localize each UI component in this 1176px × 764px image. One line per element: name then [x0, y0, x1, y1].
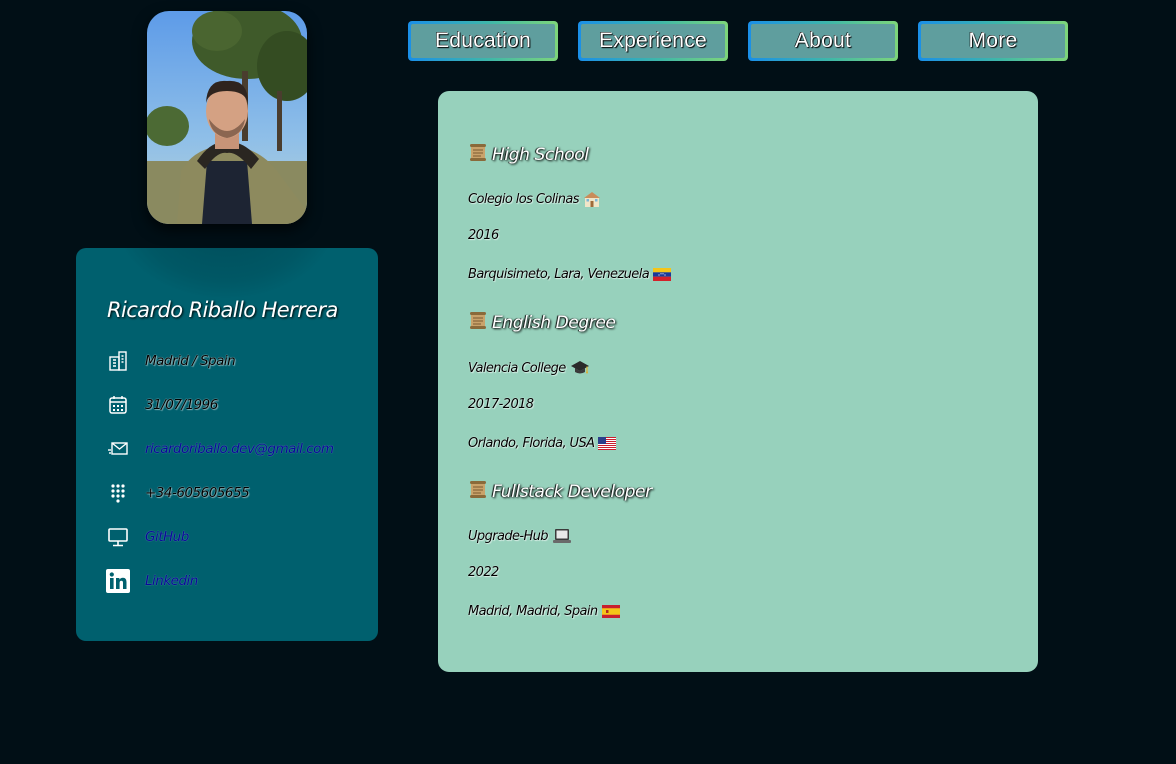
info-row-linkedin[interactable]: Linkedin [106, 569, 198, 593]
nav-button-more[interactable]: More [918, 21, 1068, 61]
education-title-text: High School [492, 144, 589, 165]
education-location-text: Madrid, Madrid, Spain [468, 604, 598, 619]
education-location: Barquisimeto, Lara, Venezuela [468, 267, 672, 282]
education-location: Orlando, Florida, USA [468, 436, 617, 451]
nav-button-education[interactable]: Education [408, 21, 558, 61]
education-year: 2022 [468, 565, 499, 580]
profile-name: Ricardo Riballo Herrera [107, 298, 338, 322]
nav-button-label: Education [411, 24, 555, 58]
nav-button-label: Experience [581, 24, 725, 58]
phone-text: +34-605605655 [145, 485, 250, 501]
education-location-text: Barquisimeto, Lara, Venezuela [468, 267, 650, 282]
education-year-text: 2022 [468, 565, 499, 580]
info-row-location: Madrid / Spain [106, 349, 236, 373]
scroll-icon [468, 479, 488, 504]
info-row-phone: +34-605605655 [106, 481, 250, 505]
info-row-github[interactable]: GitHub [106, 525, 189, 549]
spain-flag-icon [601, 605, 620, 618]
nav-button-about[interactable]: About [748, 21, 898, 61]
nav-button-experience[interactable]: Experience [578, 21, 728, 61]
education-title: High School [468, 142, 589, 167]
mail-icon [106, 437, 130, 461]
birthdate-text: 31/07/1996 [145, 397, 218, 413]
calendar-icon [106, 393, 130, 417]
education-title: Fullstack Developer [468, 479, 652, 504]
education-school: Upgrade-Hub [468, 527, 572, 545]
profile-photo [147, 11, 307, 224]
education-school: Colegio los Colinas [468, 190, 601, 208]
scroll-icon [468, 142, 488, 167]
laptop-icon [552, 527, 572, 545]
monitor-icon [106, 525, 130, 549]
usa-flag-icon [598, 437, 617, 450]
education-school: Valencia College [468, 359, 590, 377]
venezuela-flag-icon [653, 268, 672, 281]
github-link[interactable]: GitHub [145, 529, 189, 545]
nav-button-label: More [921, 24, 1065, 58]
building-icon [106, 349, 130, 373]
education-title: English Degree [468, 310, 616, 335]
education-school-text: Upgrade-Hub [468, 528, 549, 544]
education-school-text: Colegio los Colinas [468, 191, 580, 207]
education-year-text: 2017-2018 [468, 397, 534, 412]
education-panel: High School Colegio los Colinas 2016 Bar… [438, 91, 1038, 672]
nav-button-label: About [751, 24, 895, 58]
graduation-cap-icon [570, 359, 590, 377]
education-location-text: Orlando, Florida, USA [468, 436, 595, 451]
school-icon [583, 190, 601, 208]
education-school-text: Valencia College [468, 360, 566, 376]
education-year-text: 2016 [468, 228, 499, 243]
email-link[interactable]: ricardoriballo.dev@gmail.com [145, 441, 334, 457]
education-year: 2016 [468, 228, 499, 243]
info-row-birthdate: 31/07/1996 [106, 393, 218, 417]
info-row-email[interactable]: ricardoriballo.dev@gmail.com [106, 437, 334, 461]
page: Ricardo Riballo Herrera Madrid / Spain 3… [0, 0, 1176, 764]
linkedin-icon [106, 569, 130, 593]
linkedin-link[interactable]: Linkedin [145, 573, 198, 589]
education-year: 2017-2018 [468, 397, 534, 412]
education-location: Madrid, Madrid, Spain [468, 604, 620, 619]
dialpad-icon [106, 481, 130, 505]
education-title-text: English Degree [492, 312, 616, 333]
education-title-text: Fullstack Developer [492, 481, 652, 502]
scroll-icon [468, 310, 488, 335]
profile-card: Ricardo Riballo Herrera Madrid / Spain 3… [76, 248, 378, 641]
location-text: Madrid / Spain [145, 353, 236, 369]
card-glow [116, 248, 336, 298]
